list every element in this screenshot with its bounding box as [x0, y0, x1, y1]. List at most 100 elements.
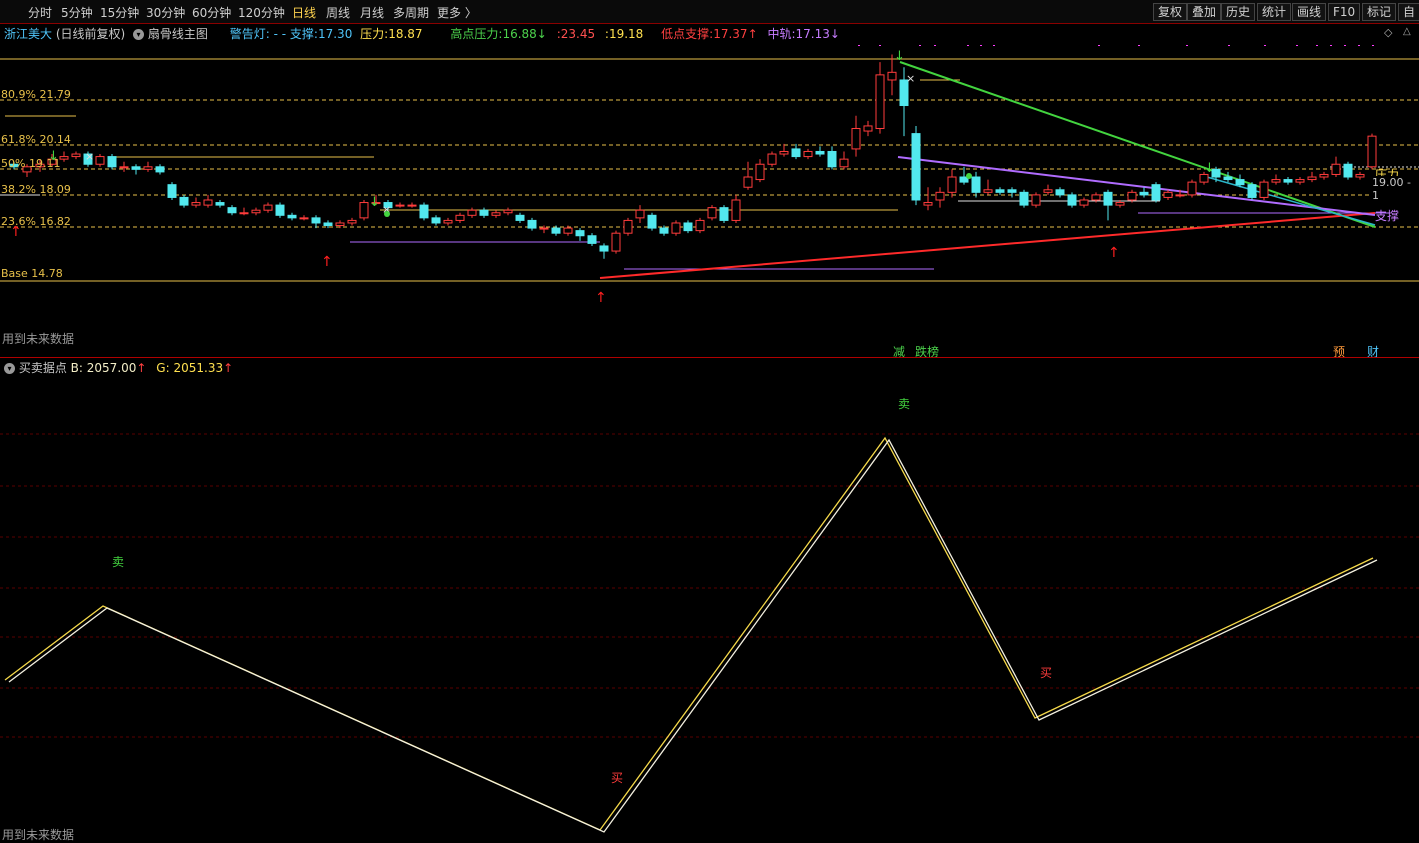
stock-name[interactable]: 浙江美大 — [4, 27, 52, 41]
candle-body — [299, 217, 309, 220]
period-toolbar: 分时 5分钟 15分钟 30分钟 60分钟 120分钟 日线 周线 月线 多周期 更多 〉 复权 叠加历… — [0, 0, 1419, 24]
candle-12 — [155, 164, 165, 175]
candle-body — [251, 209, 261, 214]
period-4[interactable]: 60分钟 — [192, 4, 231, 21]
candle-body — [263, 204, 273, 211]
fib-label-4: 23.6% 16.82 — [1, 215, 71, 228]
candle-113 — [1367, 133, 1377, 170]
candle-body — [443, 219, 453, 224]
candle-80 — [971, 171, 981, 198]
candle-body — [683, 222, 693, 232]
fib-label-3: 38.2% 18.09 — [1, 183, 71, 196]
toolbar-button-6[interactable]: 标记 — [1362, 3, 1397, 21]
purple-trendline — [897, 156, 1376, 216]
period-7[interactable]: 周线 — [326, 4, 350, 21]
candle-51 — [623, 217, 633, 236]
period-5[interactable]: 120分钟 — [238, 4, 285, 21]
candle-10 — [131, 164, 141, 175]
candle-63 — [767, 151, 777, 167]
toolbar-button-5[interactable]: F10 — [1328, 3, 1361, 21]
candle-14 — [179, 194, 189, 208]
toolbar-button-2[interactable]: 历史 — [1221, 3, 1256, 21]
green-down-arrow-1: ↓ — [369, 195, 380, 210]
signal-dot-12 — [1296, 45, 1298, 46]
candle-body — [995, 189, 1005, 193]
candle-body — [1223, 176, 1233, 181]
period-10[interactable]: 更多 〉 — [437, 4, 477, 21]
period-8[interactable]: 月线 — [360, 4, 384, 21]
candlestick-chart[interactable]: ↑↑↑↑↓↓↓↓××× — [0, 45, 1419, 355]
period-6[interactable]: 日线 — [292, 4, 316, 21]
period-9[interactable]: 多周期 — [393, 4, 429, 21]
candle-83 — [1007, 187, 1017, 198]
candle-50 — [611, 230, 621, 254]
candle-18 — [227, 205, 237, 216]
candle-72 — [875, 62, 885, 134]
fib-label-5: Base 14.78 — [1, 267, 63, 280]
high-pressure-readout: 高点压力:16.88↓ — [450, 27, 547, 41]
candle-60 — [731, 194, 741, 223]
toolbar-button-1[interactable]: 叠加 — [1187, 3, 1222, 21]
candle-body — [1271, 179, 1281, 183]
signal-dot-11 — [1264, 45, 1266, 46]
candle-110 — [1331, 156, 1341, 178]
candle-body — [647, 214, 657, 229]
candle-body — [203, 199, 213, 206]
value-readout-2: :23.45 — [556, 27, 596, 41]
candle-13 — [167, 182, 177, 200]
candle-body — [947, 176, 957, 193]
fib-label-1: 61.8% 20.14 — [1, 133, 71, 146]
candle-body — [419, 204, 429, 219]
candle-body — [95, 156, 105, 165]
toolbar-button-4[interactable]: 画线 — [1292, 3, 1327, 21]
candle-body — [407, 204, 417, 207]
candle-32 — [395, 202, 405, 208]
candle-78 — [947, 169, 957, 198]
candle-body — [791, 148, 801, 158]
signal-dot-3 — [934, 45, 936, 46]
candle-15 — [191, 197, 201, 208]
period-3[interactable]: 30分钟 — [146, 4, 185, 21]
signal-dot-4 — [967, 45, 969, 46]
triangle-up-icon[interactable]: △ — [1403, 26, 1411, 37]
candle-body — [887, 71, 897, 81]
chevron-down-icon[interactable]: ▾ — [133, 29, 145, 40]
candle-body — [1307, 176, 1317, 181]
candle-body — [1235, 179, 1245, 186]
candle-body — [395, 204, 405, 207]
candle-body — [1331, 163, 1341, 175]
toolbar-button-3[interactable]: 统计 — [1257, 3, 1292, 21]
signal-dot-6 — [993, 45, 995, 46]
candle-101 — [1223, 171, 1233, 183]
candle-39 — [479, 207, 489, 218]
candle-body — [935, 191, 945, 201]
indicator-selector[interactable]: ▾ 扇骨线主图 — [133, 27, 212, 41]
candle-body — [275, 204, 285, 216]
indicator-name: 扇骨线主图 — [147, 27, 208, 41]
candle-body — [527, 219, 537, 229]
signal-dot-7 — [1098, 45, 1100, 46]
candle-body — [1019, 191, 1029, 206]
toolbar-button-7[interactable]: 自 — [1398, 3, 1419, 21]
candle-65 — [791, 143, 801, 160]
toolbar-button-0[interactable]: 复权 — [1153, 3, 1188, 21]
candle-85 — [1031, 192, 1041, 208]
candle-76 — [923, 187, 933, 211]
period-1[interactable]: 5分钟 — [61, 4, 93, 21]
candle-body — [923, 202, 933, 206]
candle-body — [59, 156, 69, 160]
red-up-arrow-1: ↑ — [321, 254, 333, 270]
period-0[interactable]: 分时 — [28, 4, 52, 21]
candle-body — [575, 230, 585, 237]
candle-52 — [635, 205, 645, 223]
period-2[interactable]: 15分钟 — [100, 4, 139, 21]
candle-body — [215, 202, 225, 206]
diamond-icon[interactable]: ◇ — [1384, 26, 1392, 39]
candle-91 — [1103, 189, 1113, 221]
candle-body — [1031, 194, 1041, 206]
signal-dot-9 — [1186, 45, 1188, 46]
red-trendline — [599, 212, 1376, 279]
adjust-mode[interactable]: (日线前复权) — [56, 27, 125, 41]
buy-sell-pivot-chart[interactable]: 卖卖买买 — [0, 358, 1419, 843]
candle-body — [131, 166, 141, 170]
